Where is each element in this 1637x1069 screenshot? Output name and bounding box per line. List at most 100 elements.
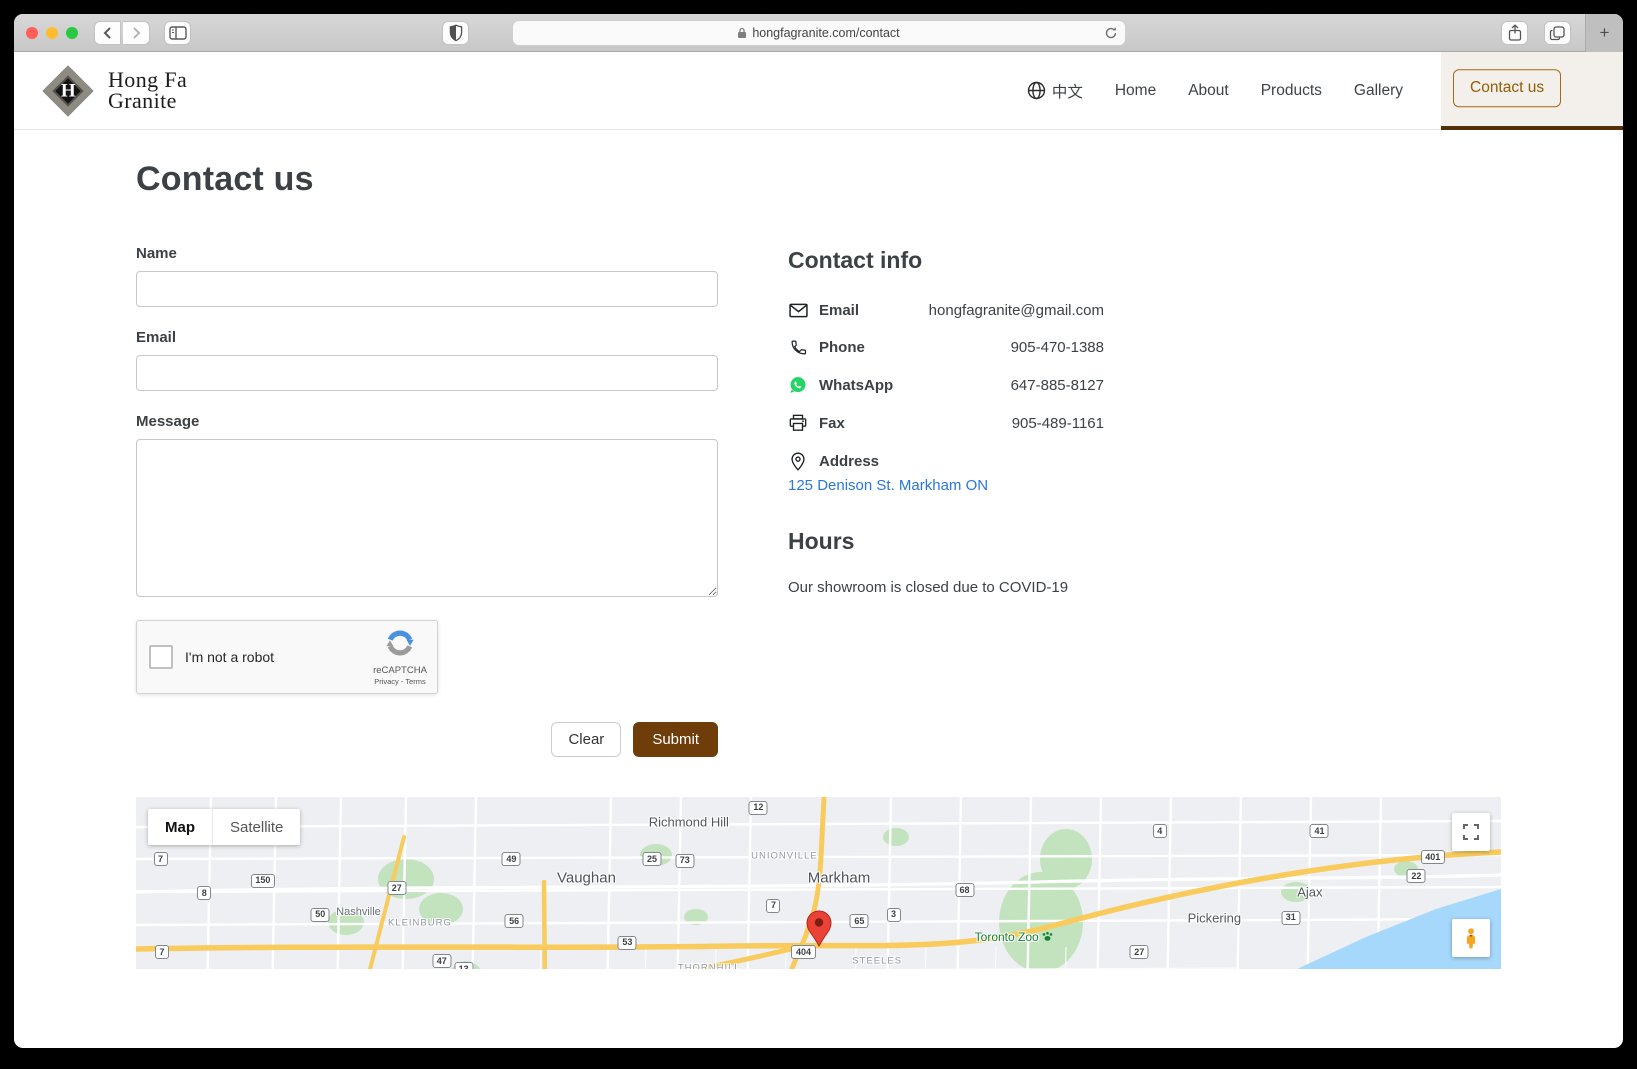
recaptcha-logo-icon [385, 628, 415, 658]
fax-icon [788, 414, 808, 432]
road-shield: 401 [1421, 850, 1445, 864]
zoom-window-button[interactable] [66, 27, 78, 39]
hours-heading: Hours [788, 528, 1104, 555]
phone-link[interactable]: 905-470-1388 [1011, 339, 1104, 356]
name-input[interactable] [136, 271, 718, 307]
lock-icon [737, 27, 747, 39]
nav-contact-active-panel: Contact us [1441, 52, 1623, 130]
fullscreen-button[interactable] [1452, 813, 1490, 851]
pegman-icon [1463, 926, 1479, 950]
nav-item-products[interactable]: Products [1261, 82, 1322, 100]
road-shield: 73 [675, 854, 694, 868]
road-shield: 4 [1153, 824, 1167, 838]
privacy-report-button[interactable] [442, 21, 469, 45]
road-shield: 65 [850, 914, 869, 928]
map-label: Vaughan [557, 869, 616, 886]
map-type-control: Map Satellite [148, 809, 300, 845]
contact-info-panel: Contact info Email hongfagranite@gmail.c… [788, 221, 1104, 757]
whatsapp-icon [788, 376, 808, 394]
road-shield: 56 [505, 914, 524, 928]
sidebar-toggle-button[interactable] [164, 21, 191, 45]
shield-icon [448, 24, 464, 42]
road-shield: 31 [1281, 911, 1300, 925]
map-label: Nashville [336, 906, 381, 918]
road-shield: 3 [887, 908, 901, 922]
globe-icon [1027, 81, 1046, 100]
page-title: Contact us [136, 160, 1501, 199]
phone-icon [788, 339, 808, 356]
minimize-window-button[interactable] [46, 27, 58, 39]
contact-row-fax: Fax 905-489-1161 [788, 414, 1104, 432]
contact-row-email: Email hongfagranite@gmail.com [788, 302, 1104, 319]
new-tab-button[interactable]: + [1585, 14, 1623, 52]
satellite-tab[interactable]: Satellite [212, 809, 300, 845]
brand-name: Hong Fa Granite [108, 70, 187, 112]
message-label: Message [136, 413, 718, 430]
road-shield: 50 [311, 908, 330, 922]
map-label: Ajax [1297, 884, 1322, 899]
contact-row-whatsapp: WhatsApp 647-885-8127 [788, 376, 1104, 394]
address-bar[interactable]: hongfagranite.com/contact [512, 20, 1126, 46]
road-shield: 25 [642, 852, 661, 866]
nav-contact-us-button[interactable]: Contact us [1453, 69, 1561, 107]
road-shield: 404 [791, 945, 815, 959]
google-map[interactable]: Richmond HillVaughanMarkhamUNIONVILLENas… [136, 797, 1501, 969]
road-shield: 8 [197, 886, 211, 900]
back-button[interactable] [94, 21, 121, 45]
forward-button[interactable] [123, 21, 150, 45]
street-view-pegman-button[interactable] [1452, 919, 1490, 957]
reload-icon[interactable] [1104, 26, 1118, 40]
recaptcha-checkbox[interactable] [149, 645, 173, 669]
road-shield: 13 [454, 962, 473, 969]
recaptcha-widget: I'm not a robot reCAPTCHA Privacy - Term… [136, 620, 438, 694]
contact-row-phone: Phone 905-470-1388 [788, 339, 1104, 356]
window-controls [26, 27, 78, 39]
close-window-button[interactable] [26, 27, 38, 39]
road-shield: 27 [387, 881, 406, 895]
address-pin-icon [788, 452, 808, 471]
road-shield: 27 [1130, 945, 1149, 959]
browser-window: hongfagranite.com/contact + H Hong Fa Gr… [14, 14, 1623, 1048]
brand-logo[interactable]: H Hong Fa Granite [44, 67, 187, 115]
map-label: Toronto Zoo [975, 930, 1053, 944]
back-icon [100, 25, 116, 41]
clear-button[interactable]: Clear [551, 722, 621, 757]
address-link[interactable]: 125 Denison St. Markham ON [788, 477, 1104, 494]
road-shield: 68 [955, 883, 974, 897]
main-nav: 中文 Home About Products Gallery [1027, 80, 1403, 102]
whatsapp-link[interactable]: 647-885-8127 [1011, 377, 1104, 394]
web-page: H Hong Fa Granite 中文 Home About Products… [14, 52, 1623, 969]
logo-diamond-icon: H [43, 65, 94, 116]
tab-overview-button[interactable] [1544, 21, 1571, 45]
nav-item-about[interactable]: About [1188, 82, 1229, 100]
map-label: Markham [808, 869, 871, 886]
message-input[interactable] [136, 439, 718, 597]
url-text: hongfagranite.com/contact [752, 26, 899, 40]
nav-item-gallery[interactable]: Gallery [1354, 82, 1403, 100]
road-shield: 12 [749, 801, 768, 815]
road-shield: 47 [432, 954, 451, 968]
road-shield: 150 [251, 874, 275, 888]
road-shield: 7 [154, 852, 168, 866]
recaptcha-privacy-terms-links[interactable]: Privacy - Terms [369, 677, 431, 686]
map-tab[interactable]: Map [148, 809, 212, 845]
share-button[interactable] [1501, 21, 1528, 45]
contact-info-heading: Contact info [788, 247, 1104, 274]
share-icon [1507, 24, 1523, 42]
tabs-icon [1549, 25, 1566, 42]
email-link[interactable]: hongfagranite@gmail.com [929, 302, 1104, 319]
sidebar-icon [169, 25, 187, 41]
nav-language-toggle[interactable]: 中文 [1027, 80, 1083, 102]
map-labels: Richmond HillVaughanMarkhamUNIONVILLENas… [136, 797, 1501, 969]
recaptcha-brand: reCAPTCHA Privacy - Terms [369, 628, 431, 686]
email-input[interactable] [136, 355, 718, 391]
road-shield: 41 [1310, 824, 1329, 838]
contact-row-address: Address [788, 452, 1104, 471]
site-header: H Hong Fa Granite 中文 Home About Products… [14, 52, 1623, 130]
forward-icon [128, 25, 144, 41]
map-label: THORNHILL [678, 962, 741, 969]
submit-button[interactable]: Submit [633, 722, 718, 757]
road-shield: 53 [618, 936, 637, 950]
hours-text: Our showroom is closed due to COVID-19 [788, 579, 1104, 596]
nav-item-home[interactable]: Home [1115, 82, 1156, 100]
